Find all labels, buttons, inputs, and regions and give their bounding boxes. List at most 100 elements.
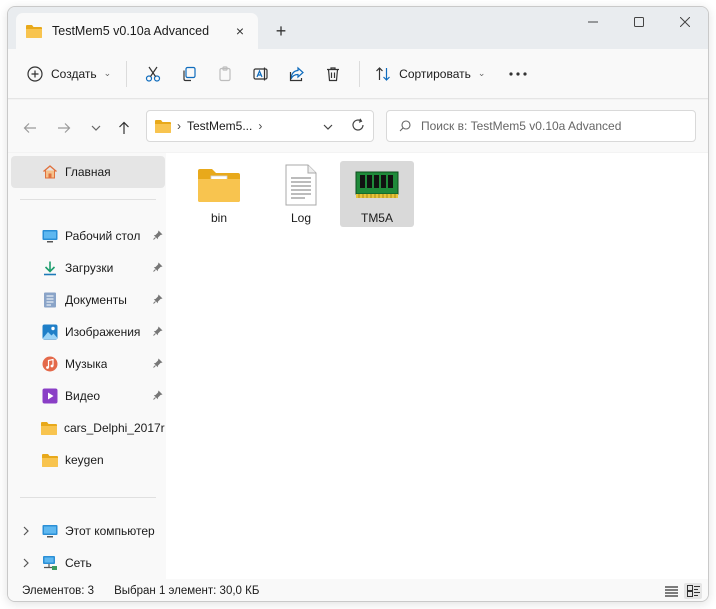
minimize-button[interactable] (570, 7, 616, 37)
chevron-down-icon (91, 125, 101, 131)
pin-icon (153, 293, 163, 307)
more-icon (509, 71, 528, 76)
folder-icon (41, 419, 58, 437)
breadcrumb-testmem5[interactable]: TestMem5... (187, 119, 252, 133)
delete-icon (327, 66, 340, 81)
arrow-right-icon (58, 123, 71, 133)
maximize-button[interactable] (616, 7, 662, 37)
videos-icon (41, 387, 59, 405)
file-list[interactable]: bin Log TM5A (166, 153, 708, 579)
sidebar-item-home[interactable]: Главная (11, 156, 165, 188)
sidebar-item-documents[interactable]: Документы (11, 284, 165, 316)
divider (20, 497, 156, 498)
selection-info: Выбран 1 элемент: 30,0 КБ (114, 585, 260, 597)
tiles-view-button[interactable] (684, 583, 702, 599)
close-window-button[interactable] (662, 7, 708, 37)
text-file-icon (277, 164, 325, 206)
search-icon (399, 120, 411, 132)
sidebar-item-label: Рабочий стол (65, 229, 141, 243)
details-view-button[interactable] (662, 583, 680, 599)
documents-icon (41, 291, 59, 309)
address-bar[interactable]: › TestMem5... › (146, 110, 374, 142)
tab-bar: TestMem5 v0.10a Advanced × + (8, 7, 708, 49)
sidebar-item-label: Изображения (65, 325, 141, 339)
pin-icon (153, 389, 163, 403)
sort-label: Сортировать (399, 66, 471, 81)
divider (20, 199, 156, 200)
pin-icon (153, 261, 163, 275)
plus-circle-icon (27, 65, 43, 82)
downloads-icon (41, 259, 59, 277)
search-input[interactable] (421, 119, 691, 133)
file-item-tm5a[interactable]: TM5A (340, 161, 414, 227)
share-button[interactable] (279, 58, 315, 90)
cut-icon (146, 66, 161, 82)
tab-testmem5[interactable]: TestMem5 v0.10a Advanced × (16, 13, 258, 49)
status-bar: Элементов: 3 Выбран 1 элемент: 30,0 КБ (8, 579, 708, 601)
search-box[interactable] (386, 110, 696, 142)
arrow-left-icon (23, 123, 36, 133)
chevron-down-icon: ⌄ (103, 68, 112, 78)
pin-icon (153, 357, 163, 371)
tab-title: TestMem5 v0.10a Advanced (52, 24, 210, 38)
paste-icon (219, 65, 231, 81)
item-count: Элементов: 3 (22, 585, 95, 597)
refresh-button[interactable] (351, 118, 365, 135)
chevron-right-icon[interactable] (23, 557, 29, 571)
back-button[interactable] (18, 116, 42, 140)
sidebar-item-label: Загрузки (65, 261, 114, 275)
new-tab-button[interactable]: + (270, 20, 292, 42)
sort-button[interactable]: Сортировать ⌄ (368, 58, 492, 90)
command-bar: Создать ⌄ Сортировать ⌄ (8, 49, 708, 99)
sidebar-item-network[interactable]: Сеть (11, 547, 165, 579)
maximize-icon (634, 17, 644, 27)
recent-locations-button[interactable] (84, 116, 108, 140)
folder-icon (195, 165, 243, 205)
home-icon (41, 163, 59, 181)
chevron-right-icon[interactable]: › (258, 119, 262, 133)
sidebar-item-label: cars_Delphi_2017r1 (63, 421, 165, 435)
sidebar-item-desktop[interactable]: Рабочий стол (11, 220, 165, 252)
sidebar-item-keygen[interactable]: keygen (11, 444, 165, 476)
close-tab-button[interactable]: × (232, 23, 248, 39)
sidebar-item-this-pc[interactable]: Этот компьютер (11, 515, 165, 547)
music-icon (41, 355, 59, 373)
rename-button[interactable] (243, 58, 279, 90)
list-view-icon (664, 585, 678, 597)
more-options-button[interactable] (500, 58, 536, 90)
close-icon (680, 17, 690, 27)
sidebar-item-label: Сеть (65, 556, 92, 570)
ram-module-icon (353, 165, 401, 205)
cut-button[interactable] (135, 58, 171, 90)
rename-icon (253, 67, 268, 80)
create-button[interactable]: Создать ⌄ (20, 58, 118, 90)
divider (359, 60, 361, 87)
sidebar-item-label: Документы (65, 293, 127, 307)
sidebar-item-label: Этот компьютер (65, 524, 155, 538)
copy-button[interactable] (171, 58, 207, 90)
copy-icon (183, 66, 196, 81)
folder-icon (41, 451, 59, 469)
folder-icon (155, 120, 171, 133)
file-name: bin (210, 211, 227, 225)
sidebar-item-pictures[interactable]: Изображения (11, 316, 165, 348)
tiles-view-icon (686, 585, 700, 597)
sidebar-item-cars-delphi[interactable]: cars_Delphi_2017r1 (11, 412, 165, 444)
paste-button[interactable] (207, 58, 243, 90)
delete-button[interactable] (315, 58, 351, 90)
sidebar-item-downloads[interactable]: Загрузки (11, 252, 165, 284)
desktop-icon (41, 227, 59, 245)
pictures-icon (41, 323, 59, 341)
sort-icon (376, 66, 391, 81)
file-item-bin[interactable]: bin (182, 161, 256, 227)
chevron-right-icon[interactable] (23, 525, 29, 539)
file-name: TM5A (360, 211, 393, 225)
chevron-right-icon[interactable]: › (177, 119, 181, 133)
address-dropdown-button[interactable] (323, 119, 333, 133)
folder-icon (26, 25, 42, 38)
sidebar-item-videos[interactable]: Видео (11, 380, 165, 412)
forward-button[interactable] (52, 116, 76, 140)
file-item-log[interactable]: Log (264, 161, 338, 227)
sidebar-item-music[interactable]: Музыка (11, 348, 165, 380)
up-button[interactable] (112, 116, 136, 140)
